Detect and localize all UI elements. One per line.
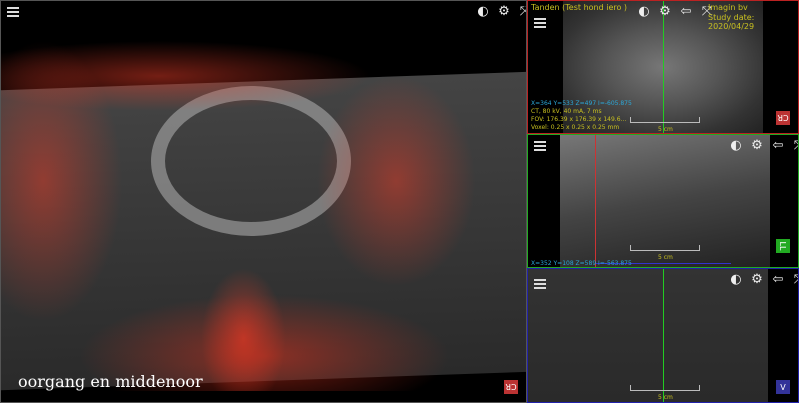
red-surface-render [1,41,526,391]
fullscreen-icon[interactable]: ⤧ [517,4,526,19]
series-title: Tanden (Test hond iero ) [531,3,628,12]
contrast-icon[interactable]: ◐ [475,4,491,19]
contrast-icon[interactable]: ◐ [728,272,744,287]
contrast-icon[interactable]: ◐ [636,4,652,19]
ct-image [528,269,768,402]
orientation-badge[interactable]: LL [776,239,790,253]
menu-icon[interactable] [534,141,546,151]
scale-label: 5 cm [658,394,673,401]
menu-icon[interactable] [534,18,546,28]
back-arrow-icon[interactable]: ⇦ [770,272,786,287]
gear-icon[interactable]: ⚙ [496,4,512,19]
menu-icon[interactable] [534,279,546,289]
study-date: Study date: 2020/04/29 [708,13,755,31]
contrast-icon[interactable]: ◐ [728,138,744,153]
cursor-coords: X=364 Y=533 Z=497 I=-605.875 [531,100,632,107]
view-toolbar: ◐ ⚙ ⇦ ⤧ [636,4,715,19]
fullscreen-icon[interactable]: ⤧ [791,138,798,153]
3d-render-viewport[interactable]: ◐ ⚙ ⤧ oorgang en middenoor CR [0,0,527,403]
crosshair-line [663,269,664,402]
fov-info: FOV: 176.39 x 176.39 x 149.6... [531,116,627,123]
voxel-info: Voxel: 0.25 x 0.25 x 0.25 mm [531,124,620,131]
sagittal-viewport[interactable]: ◐ ⚙ ⇦ ⤧ X=352 Y=108 Z=589 I=-563.875 5 c… [527,134,799,268]
back-arrow-icon[interactable]: ⇦ [770,138,786,153]
crosshair-line [595,135,596,267]
acq-info: CT, 80 kV, 40 mA, 7 ms [531,108,602,115]
gear-icon[interactable]: ⚙ [749,138,765,153]
scale-label: 5 cm [658,254,673,261]
view-toolbar: ◐ ⚙ ⤧ [475,4,526,19]
menu-icon[interactable] [7,7,19,17]
orientation-badge[interactable]: CR [776,111,790,125]
scale-bar [630,245,700,251]
crosshair-line [663,1,664,133]
orientation-badge[interactable]: CR [504,380,518,394]
institution: Imagin bv [708,3,748,12]
back-arrow-icon[interactable]: ⇦ [678,4,694,19]
coronal-viewport[interactable]: ◐ ⚙ ⇦ ⤧ 5 cm V [527,268,799,403]
scale-bar [630,385,700,391]
gear-icon[interactable]: ⚙ [657,4,673,19]
view-toolbar: ◐ ⚙ ⇦ ⤧ [728,272,798,287]
fullscreen-icon[interactable]: ⤧ [791,272,798,287]
scale-bar [630,117,700,123]
view-toolbar: ◐ ⚙ ⇦ ⤧ [728,138,798,153]
axial-viewport[interactable]: Tanden (Test hond iero ) ◐ ⚙ ⇦ ⤧ Imagin … [527,0,799,134]
gear-icon[interactable]: ⚙ [749,272,765,287]
scale-label: 5 cm [658,126,673,133]
viewport-caption: oorgang en middenoor [18,372,203,391]
cursor-coords: X=352 Y=108 Z=589 I=-563.875 [531,260,632,267]
orientation-badge[interactable]: V [776,380,790,394]
